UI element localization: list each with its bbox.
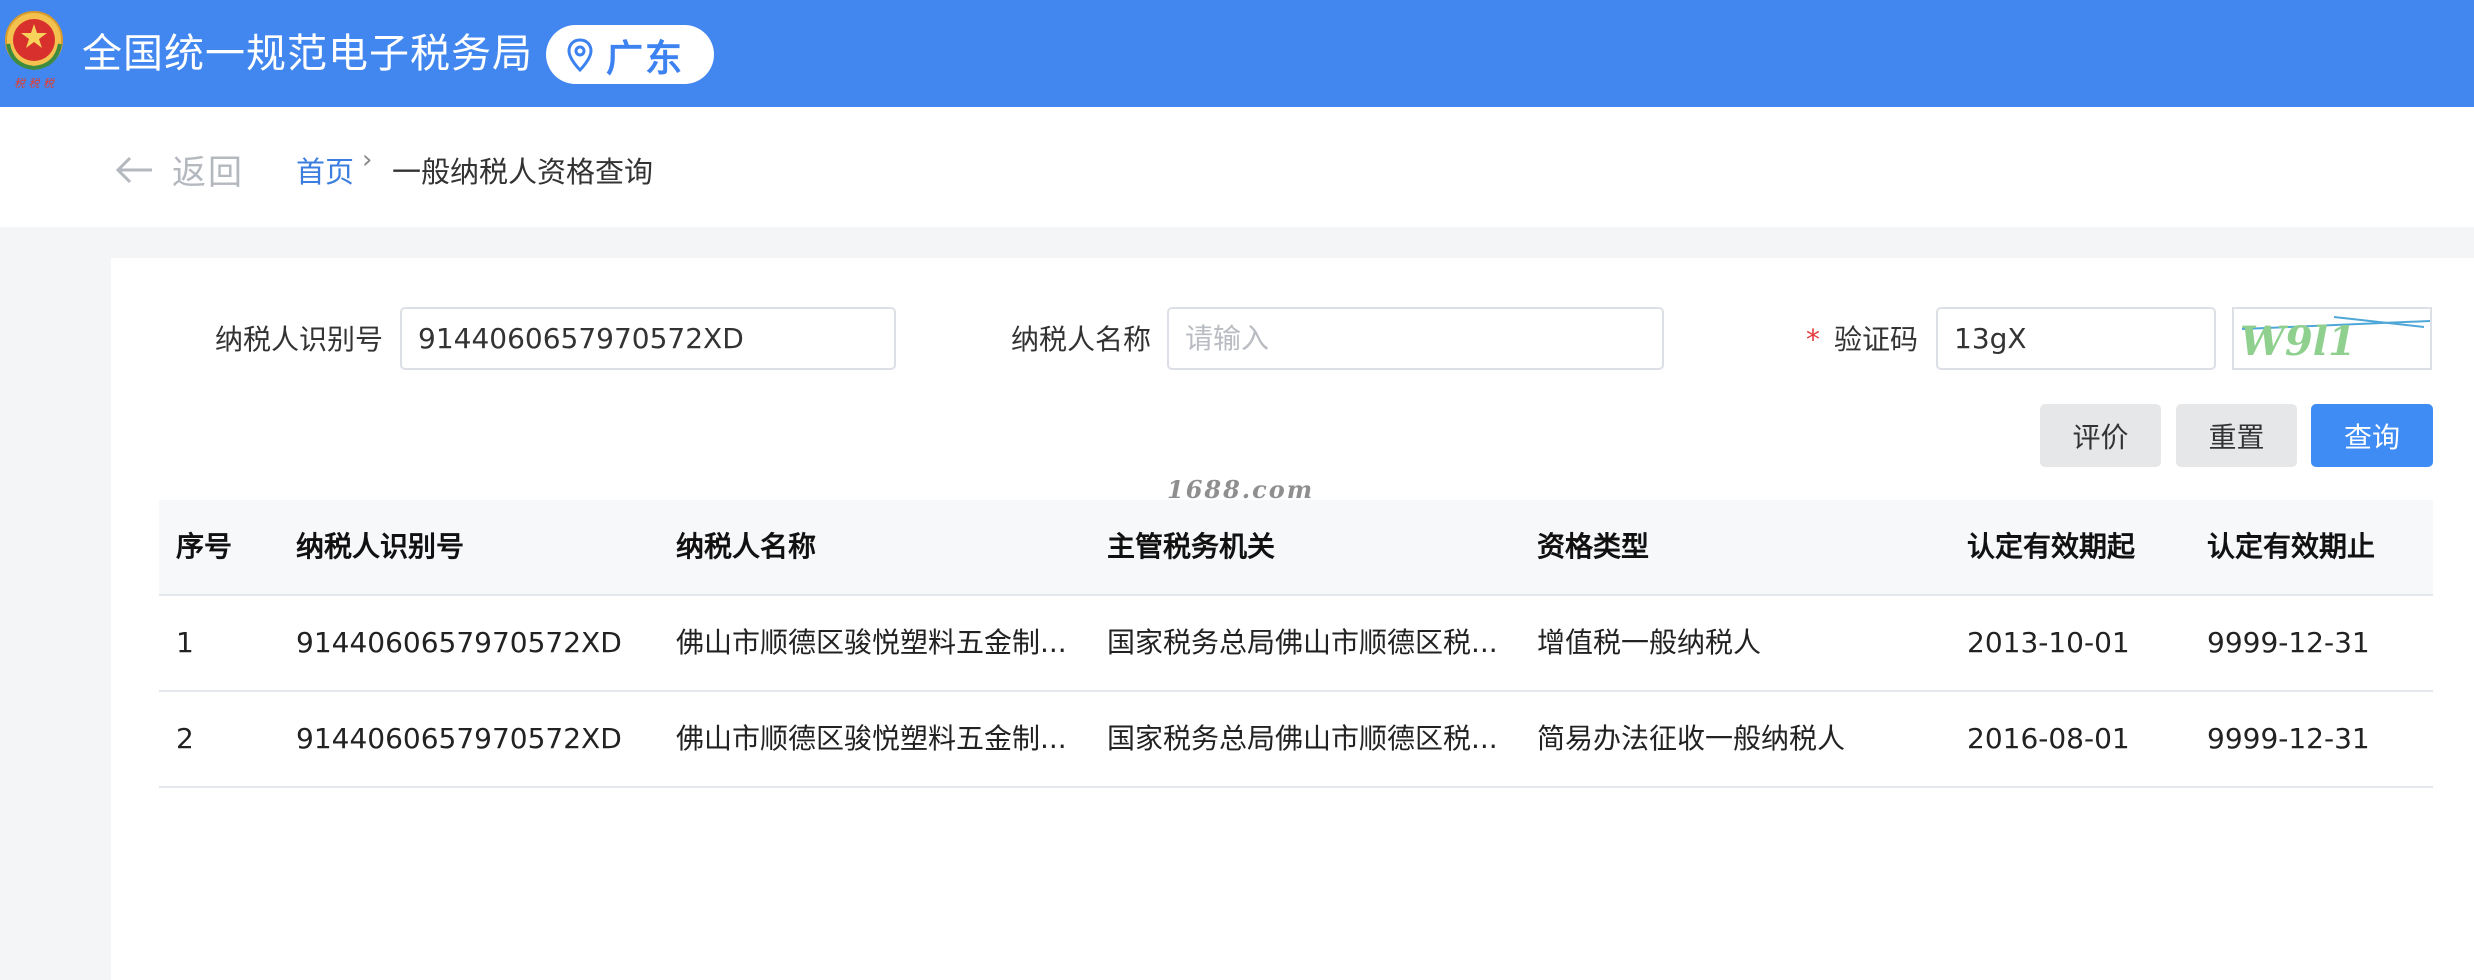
breadcrumb-home-link[interactable]: 首页 — [296, 149, 354, 191]
row-valid-from: 2013-10-01 — [1967, 626, 2130, 659]
row-index: 1 — [176, 626, 194, 659]
captcha-image-graphic: W9l1 — [2240, 316, 2431, 365]
row-qualification-type: 简易办法征收一般纳税人 — [1537, 722, 1846, 755]
column-header: 认定有效期起 — [1967, 530, 2136, 563]
breadcrumb-current: 一般纳税人资格查询 — [392, 155, 654, 189]
row-taxpayer-id: 9144060657970572XD — [296, 626, 622, 659]
column-header: 纳税人识别号 — [296, 530, 465, 563]
reset-button[interactable]: 重置 — [2176, 404, 2297, 467]
row-valid-to: 9999-12-31 — [2207, 626, 2370, 659]
row-taxpayer-id: 9144060657970572XD — [296, 722, 622, 755]
evaluate-button[interactable]: 评价 — [2040, 404, 2161, 467]
table-row[interactable]: 1 9144060657970572XD 佛山市顺德区骏悦塑料五金制... 国家… — [159, 596, 2433, 692]
captcha-text: W9l1 — [2240, 318, 2356, 365]
taxpayer-name-input[interactable] — [1167, 307, 1664, 370]
breadcrumb-separator-icon: › — [362, 145, 373, 175]
top-header: 税 税 税 全国统一规范电子税务局 广东 — [0, 0, 2474, 107]
tax-emblem-icon: 税 税 税 — [5, 11, 63, 90]
row-taxpayer-name: 佛山市顺德区骏悦塑料五金制... — [676, 722, 1067, 755]
taxpayer-id-label: 纳税人识别号 — [215, 323, 384, 356]
column-header: 资格类型 — [1537, 530, 1650, 563]
site-title: 全国统一规范电子税务局 — [82, 31, 533, 77]
captcha-image[interactable]: W9l1 — [2232, 307, 2432, 370]
row-taxpayer-name: 佛山市顺德区骏悦塑料五金制... — [676, 626, 1067, 659]
captcha-input[interactable] — [1936, 307, 2216, 370]
row-index: 2 — [176, 722, 194, 755]
required-mark: * — [1806, 323, 1820, 356]
row-valid-from: 2016-08-01 — [1967, 722, 2130, 755]
back-button[interactable]: 返回 — [114, 145, 244, 194]
row-tax-authority: 国家税务总局佛山市顺德区税... — [1107, 626, 1498, 659]
table-header-row: 序号 纳税人识别号 纳税人名称 主管税务机关 资格类型 认定有效期起 认定有效期… — [159, 500, 2433, 596]
query-button[interactable]: 查询 — [2311, 404, 2433, 467]
table-row[interactable]: 2 9144060657970572XD 佛山市顺德区骏悦塑料五金制... 国家… — [159, 692, 2433, 788]
taxpayer-id-input[interactable] — [400, 307, 896, 370]
column-header: 纳税人名称 — [676, 530, 817, 563]
column-header: 主管税务机关 — [1107, 530, 1276, 563]
arrow-left-icon — [115, 156, 152, 183]
taxpayer-name-label: 纳税人名称 — [1011, 323, 1152, 356]
row-valid-to: 9999-12-31 — [2207, 722, 2370, 755]
results-table: 序号 纳税人识别号 纳税人名称 主管税务机关 资格类型 认定有效期起 认定有效期… — [159, 500, 2433, 788]
back-label: 返回 — [172, 153, 244, 193]
row-qualification-type: 增值税一般纳税人 — [1537, 626, 1762, 659]
region-label: 广东 — [606, 36, 684, 80]
column-header: 序号 — [176, 530, 233, 563]
row-tax-authority: 国家税务总局佛山市顺德区税... — [1107, 722, 1498, 755]
svg-text:税 税 税: 税 税 税 — [14, 77, 55, 90]
breadcrumb-bar: 返回 首页 › 一般纳税人资格查询 — [0, 107, 2474, 227]
region-selector[interactable]: 广东 — [546, 25, 714, 84]
column-header: 认定有效期止 — [2207, 530, 2376, 563]
location-pin-icon — [567, 37, 593, 72]
captcha-label: * 验证码 — [1806, 323, 1919, 356]
